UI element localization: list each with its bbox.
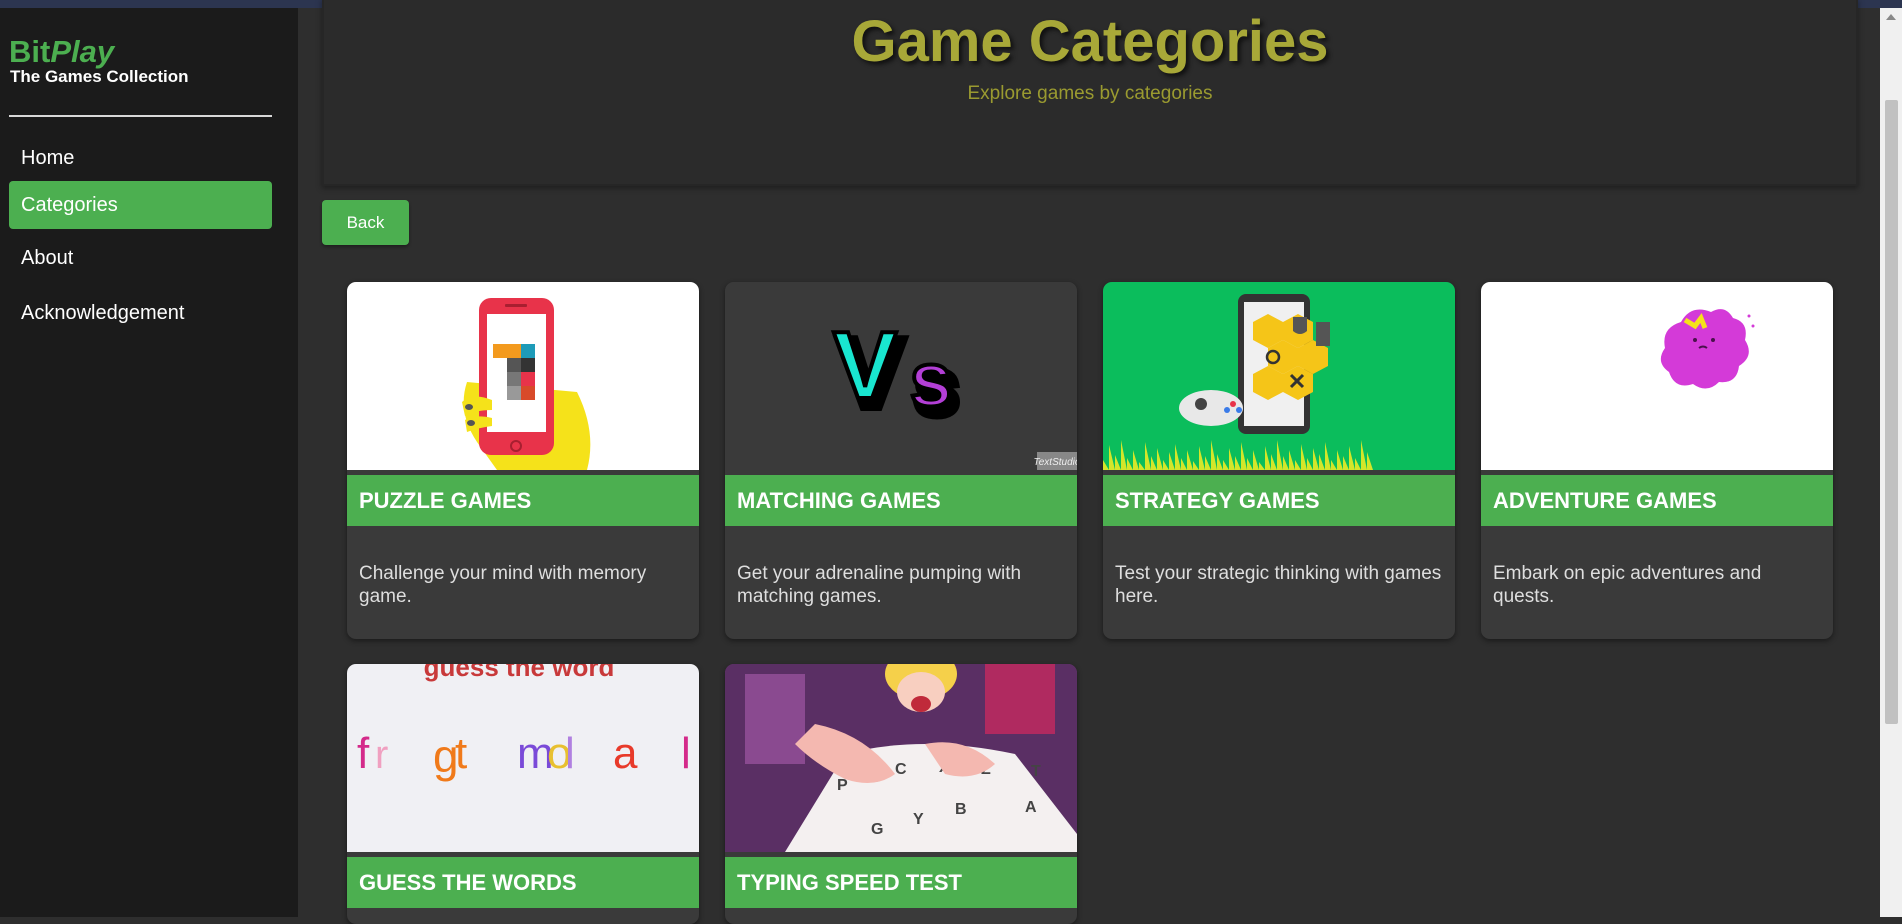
adventure-image <box>1481 282 1833 470</box>
svg-text:TextStudio: TextStudio <box>1034 457 1077 468</box>
back-button[interactable]: Back <box>322 200 409 245</box>
puzzle-image <box>347 282 699 470</box>
svg-text:r: r <box>375 733 388 777</box>
card-title: MATCHING GAMES <box>725 475 1077 526</box>
matching-image: V V s s TextStudio <box>725 282 1077 470</box>
category-card-matching[interactable]: V V s s TextStudio MATCHING GAMES Get yo… <box>725 282 1077 639</box>
card-description: Get your adrenaline pumping with matchin… <box>737 563 1022 607</box>
page-scrollbar[interactable] <box>1880 8 1902 917</box>
svg-text:P: P <box>837 777 848 794</box>
card-title: ADVENTURE GAMES <box>1481 475 1833 526</box>
card-description: Embark on epic adventures and quests. <box>1493 563 1762 607</box>
page-header: Game Categories Explore games by categor… <box>322 0 1858 186</box>
page-title: Game Categories <box>851 9 1329 74</box>
sidebar-divider <box>9 115 272 117</box>
category-card-adventure[interactable]: ADVENTURE GAMES Embark on epic adventure… <box>1481 282 1833 639</box>
strategy-image <box>1103 282 1455 470</box>
card-description: Test your strategic thinking with games … <box>1115 563 1442 607</box>
brand-logo[interactable]: BitPlay <box>9 34 114 70</box>
nav-item-home[interactable]: Home <box>9 134 272 182</box>
nav-item-acknowledgement[interactable]: Acknowledgement <box>9 289 272 337</box>
card-title: PUZZLE GAMES <box>347 475 699 526</box>
card-title: GUESS THE WORDS <box>347 857 699 908</box>
guess-words-image: guess the word f r g t m o l a l <box>347 664 699 852</box>
category-card-puzzle[interactable]: PUZZLE GAMES Challenge your mind with me… <box>347 282 699 639</box>
svg-text:G: G <box>871 821 883 838</box>
nav-item-categories[interactable]: Categories <box>9 181 272 229</box>
main-content: Game Categories Explore games by categor… <box>298 0 1880 924</box>
category-card-guess-words[interactable]: guess the word f r g t m o l a l GUESS T… <box>347 664 699 924</box>
category-card-strategy[interactable]: STRATEGY GAMES Test your strategic think… <box>1103 282 1455 639</box>
svg-text:T: T <box>1031 763 1041 780</box>
nav-item-about[interactable]: About <box>9 234 272 282</box>
svg-text:s: s <box>910 338 952 423</box>
svg-text:t: t <box>455 729 467 778</box>
scroll-up-arrow-icon[interactable] <box>1886 14 1896 20</box>
svg-text:f: f <box>357 729 370 778</box>
svg-text:l: l <box>681 729 691 778</box>
card-description: Challenge your mind with memory game. <box>359 563 647 607</box>
scrollbar-thumb[interactable] <box>1885 100 1898 724</box>
brand-tagline: The Games Collection <box>10 67 189 86</box>
svg-text:A: A <box>1025 799 1037 816</box>
svg-text:a: a <box>613 729 638 778</box>
svg-text:V: V <box>833 312 897 419</box>
page-subtitle: Explore games by categories <box>967 83 1213 104</box>
category-card-typing-speed[interactable]: C X Z T B Y G A M P TYPING SPEED TEST <box>725 664 1077 924</box>
typing-test-image: C X Z T B Y G A M P <box>725 664 1077 852</box>
svg-text:guess the word: guess the word <box>424 664 615 682</box>
svg-text:C: C <box>895 761 907 778</box>
svg-text:l: l <box>565 729 575 778</box>
card-title: TYPING SPEED TEST <box>725 857 1077 908</box>
svg-text:B: B <box>955 801 967 818</box>
card-title: STRATEGY GAMES <box>1103 475 1455 526</box>
svg-text:Y: Y <box>913 811 924 828</box>
sidebar: BitPlay The Games Collection Home Catego… <box>0 8 298 917</box>
